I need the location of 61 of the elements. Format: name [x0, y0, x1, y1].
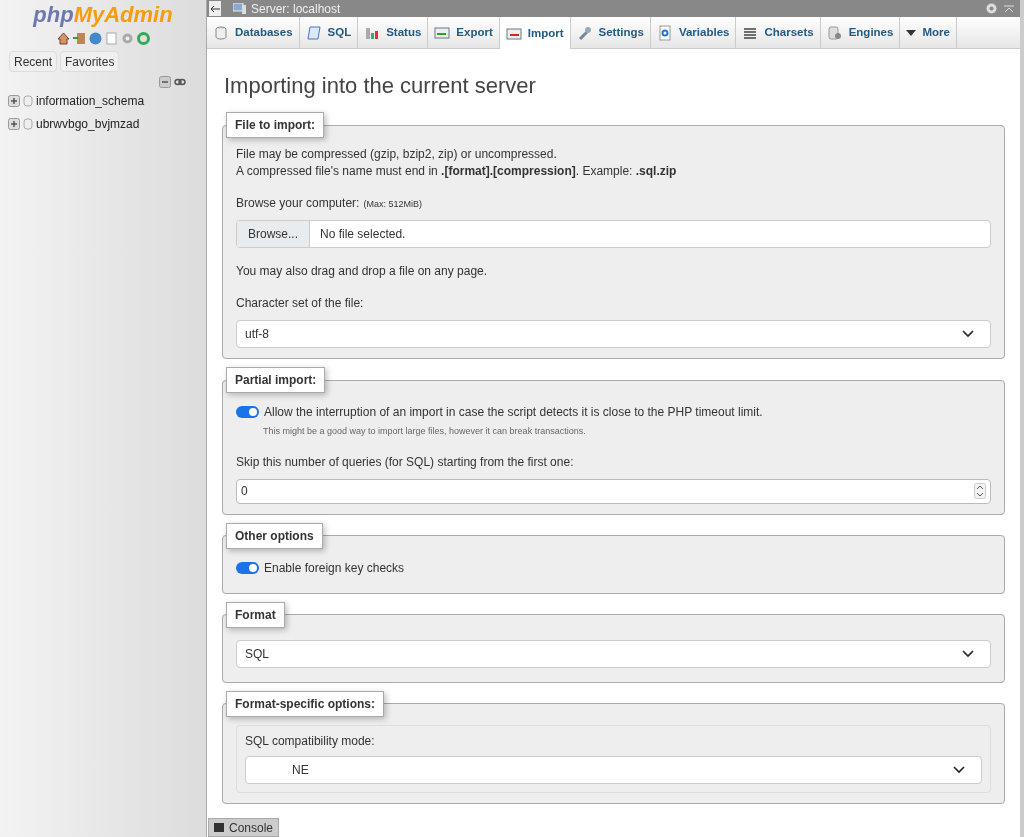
terminal-icon [214, 823, 224, 832]
logo[interactable]: phpMyAdmin [33, 2, 173, 28]
fieldset-legend: Format [226, 601, 285, 628]
browse-button[interactable]: Browse... [237, 221, 310, 247]
nav-tab[interactable]: Charsets [736, 17, 821, 48]
fieldset-legend: Format-specific options: [226, 690, 384, 717]
database-link[interactable]: information_schema [36, 92, 145, 110]
chevron-down-icon [962, 330, 974, 338]
toggle-label: Enable foreign key checks [264, 559, 405, 577]
toggle-switch[interactable] [236, 406, 259, 418]
sidebar-tab[interactable]: Favorites [60, 51, 120, 72]
collapse-up-icon[interactable] [1004, 4, 1014, 13]
page-heading: Importing into the current server [224, 72, 537, 100]
nav-tab[interactable]: Databases [207, 17, 300, 48]
compression-note: A compressed file's name must end in .[format].[compression]. Example: .sql.zip [236, 163, 678, 180]
wrench-icon [576, 24, 593, 41]
charset-label: Character set of the file: [236, 295, 365, 312]
hint-text: This might be a good way to import large files, however it can break transactions. [263, 425, 587, 438]
toggle-label: Allow the interruption of an import in case the script detects it is close to the PHP timeout limit. [264, 404, 763, 421]
drag-drop-note: You may also drag and drop a file on any page. [236, 263, 489, 280]
chevron-down-icon [953, 765, 965, 774]
format-select[interactable]: SQL [236, 639, 991, 668]
nav-tab[interactable]: Engines [820, 17, 901, 48]
document-icon [656, 24, 673, 41]
nav-tab[interactable]: Import [499, 17, 571, 50]
chevron-down-icon [962, 649, 974, 658]
sidebar-tab[interactable]: Recent [9, 51, 58, 72]
skip-label: Skip this number of queries (for SQL) starting from the first one: [236, 453, 575, 471]
nav-tab[interactable]: Settings [570, 17, 651, 48]
max-size-note: (Max: 512MiB) [363, 198, 422, 211]
fieldset-legend: File to import: [226, 112, 324, 138]
database-icon [23, 118, 33, 130]
charset-select[interactable]: utf-8 [236, 320, 991, 348]
nav-tab[interactable]: Status [358, 17, 429, 48]
database-link[interactable]: ubrwvbgo_bvjmzad [36, 115, 140, 133]
spinner-icon[interactable] [974, 483, 986, 499]
server-icon [233, 3, 246, 14]
file-input[interactable]: Browse... No file selected. [236, 220, 991, 248]
database-icon [213, 24, 229, 41]
file-status: No file selected. [320, 226, 406, 243]
compat-label: SQL compatibility mode: [245, 732, 376, 750]
link-icon[interactable] [174, 78, 186, 86]
nav-tab[interactable]: SQL [299, 17, 359, 48]
nav-tab[interactable]: Variables [650, 17, 737, 48]
compat-select[interactable]: NE [245, 755, 982, 784]
console-button[interactable]: Console [208, 818, 280, 837]
compression-note: File may be compressed (gzip, bzip2, zip) or uncompressed. [236, 146, 558, 163]
expand-icon[interactable] [8, 95, 20, 107]
fieldset-legend: Partial import: [226, 367, 326, 393]
collapse-all-icon[interactable] [159, 76, 171, 88]
exit-door-icon[interactable] [72, 32, 86, 45]
fieldset-legend: Other options [226, 522, 323, 549]
home-icon[interactable] [56, 32, 70, 45]
database-icon [23, 95, 33, 107]
toggle-switch[interactable] [236, 561, 259, 574]
nav-tab[interactable]: More [900, 17, 957, 48]
nav-tab[interactable]: Export [428, 17, 500, 48]
browse-label: Browse your computer: [236, 195, 360, 212]
expand-icon[interactable] [8, 118, 20, 130]
caret-icon [906, 28, 917, 37]
number-input[interactable]: 0 [236, 478, 991, 504]
